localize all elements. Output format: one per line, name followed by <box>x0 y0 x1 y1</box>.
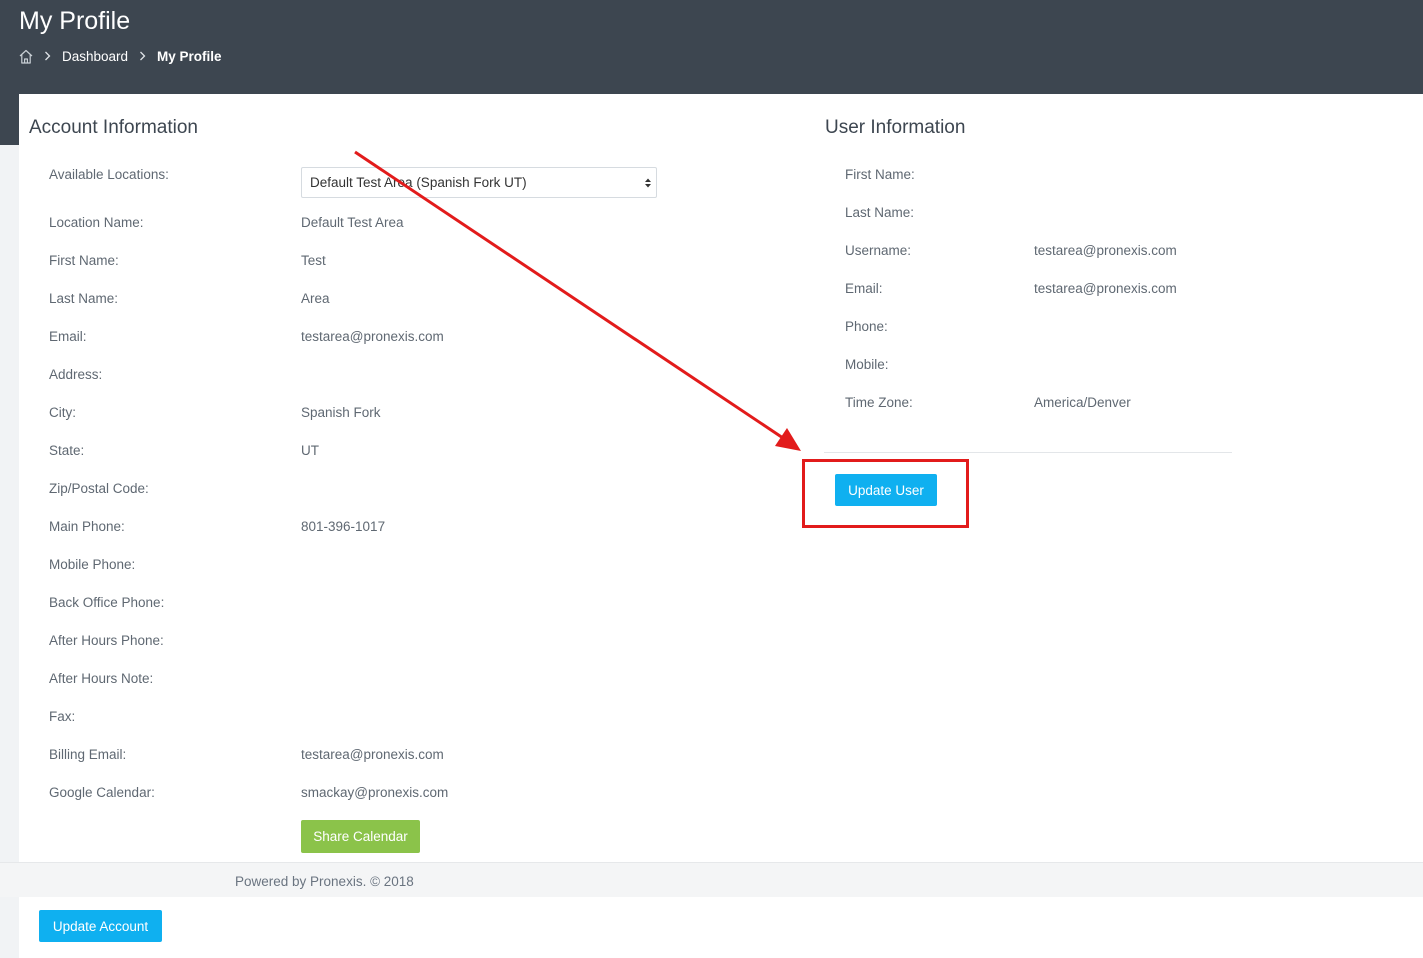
account-row-value: Spanish Fork <box>301 405 381 420</box>
account-row-label: Main Phone: <box>49 519 125 534</box>
user-row-label: Email: <box>845 281 883 296</box>
user-row-label: Phone: <box>845 319 888 334</box>
home-icon[interactable] <box>19 49 33 64</box>
account-row-label: After Hours Note: <box>49 671 154 686</box>
account-row-label: Location Name: <box>49 215 144 230</box>
select-caret-icon <box>644 176 652 190</box>
share-calendar-button[interactable]: Share Calendar <box>301 820 420 853</box>
account-row-label: Back Office Phone: <box>49 595 165 610</box>
account-row-label: City: <box>49 405 76 420</box>
chevron-right-icon <box>139 51 146 61</box>
account-row-value: Area <box>301 291 330 306</box>
bottom-action-panel: Update Account <box>19 897 1423 958</box>
update-account-button[interactable]: Update Account <box>39 910 162 942</box>
account-row-label: Billing Email: <box>49 747 127 762</box>
footer-text: Powered by Pronexis. © 2018 <box>235 874 414 889</box>
user-row-label: Last Name: <box>845 205 915 220</box>
user-row-label: Username: <box>845 243 912 258</box>
account-row-value: testarea@pronexis.com <box>301 329 444 344</box>
account-row-label: Zip/Postal Code: <box>49 481 149 496</box>
account-row-label: Address: <box>49 367 103 382</box>
location-select[interactable]: Default Test Area (Spanish Fork UT) <box>301 167 657 198</box>
account-row-label: After Hours Phone: <box>49 633 164 648</box>
account-row-value: Test <box>301 253 326 268</box>
account-row-label: Last Name: <box>49 291 119 306</box>
account-row-value: testarea@pronexis.com <box>301 747 444 762</box>
footer: Powered by Pronexis. © 2018 <box>0 862 1423 897</box>
user-row-label: First Name: <box>845 167 915 182</box>
breadcrumb-current: My Profile <box>157 48 222 64</box>
account-section-title: Account Information <box>29 117 198 138</box>
page-title: My Profile <box>19 7 131 35</box>
account-row-label: Google Calendar: <box>49 785 155 800</box>
user-row-value: testarea@pronexis.com <box>1034 243 1177 258</box>
account-row-label: State: <box>49 443 85 458</box>
available-locations-label: Available Locations: <box>49 167 169 182</box>
account-row-value: Default Test Area <box>301 215 404 230</box>
profile-card: Account Information Available Locations:… <box>19 94 1423 862</box>
user-row-label: Time Zone: <box>845 395 913 410</box>
account-row-label: Fax: <box>49 709 76 724</box>
annotation-highlight-box <box>802 459 969 528</box>
account-row-value: smackay@pronexis.com <box>301 785 449 800</box>
breadcrumb: Dashboard My Profile <box>19 47 222 65</box>
user-row-value: America/Denver <box>1034 395 1131 410</box>
account-row-label: Mobile Phone: <box>49 557 136 572</box>
account-row-label: First Name: <box>49 253 119 268</box>
location-select-value: Default Test Area (Spanish Fork UT) <box>310 175 527 190</box>
chevron-right-icon <box>44 51 51 61</box>
user-row-value: testarea@pronexis.com <box>1034 281 1177 296</box>
user-section-title: User Information <box>825 117 966 138</box>
user-row-label: Mobile: <box>845 357 889 372</box>
account-row-label: Email: <box>49 329 87 344</box>
account-row-value: UT <box>301 443 319 458</box>
breadcrumb-dashboard[interactable]: Dashboard <box>62 49 128 64</box>
user-section-divider <box>824 452 1232 453</box>
account-row-value: 801-396-1017 <box>301 519 386 534</box>
